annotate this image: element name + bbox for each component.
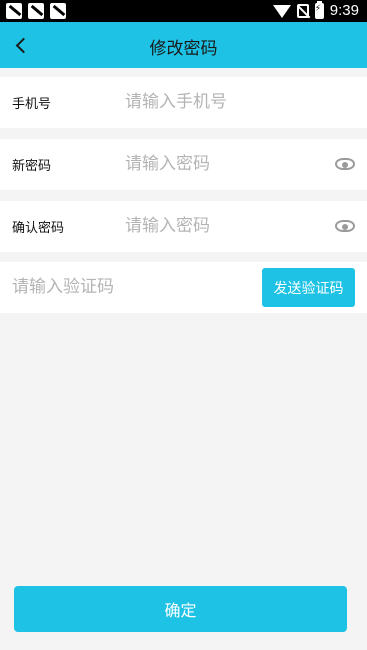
verification-row: 发送验证码 xyxy=(0,262,367,313)
confirm-password-row: 确认密码 xyxy=(0,201,367,252)
phone-row: 手机号 xyxy=(0,77,367,128)
status-left xyxy=(6,3,66,19)
shopping-bag-icon xyxy=(50,3,66,19)
send-code-button[interactable]: 发送验证码 xyxy=(262,268,355,307)
battery-charging-icon xyxy=(314,0,324,19)
new-password-row: 新密码 xyxy=(0,139,367,190)
verification-code-input[interactable] xyxy=(12,274,252,300)
status-time: 9:39 xyxy=(329,2,359,19)
new-password-label: 新密码 xyxy=(12,159,52,174)
eye-icon[interactable] xyxy=(335,158,355,170)
eye-icon[interactable] xyxy=(335,220,355,232)
phone-label: 手机号 xyxy=(12,97,52,112)
phone-input[interactable] xyxy=(125,89,325,115)
title-bar: 修改密码 xyxy=(0,22,367,68)
confirm-password-label: 确认密码 xyxy=(12,221,65,236)
new-password-input[interactable] xyxy=(125,151,325,177)
no-sim-icon xyxy=(296,3,309,18)
page-title: 修改密码 xyxy=(149,39,218,59)
notification-icon xyxy=(6,3,22,19)
confirm-button[interactable]: 确定 xyxy=(14,586,347,632)
wifi-icon xyxy=(272,5,291,18)
confirm-password-input[interactable] xyxy=(125,213,325,239)
notification-icon xyxy=(28,3,44,19)
status-bar: 9:39 xyxy=(0,0,367,22)
status-right: 9:39 xyxy=(272,0,359,19)
